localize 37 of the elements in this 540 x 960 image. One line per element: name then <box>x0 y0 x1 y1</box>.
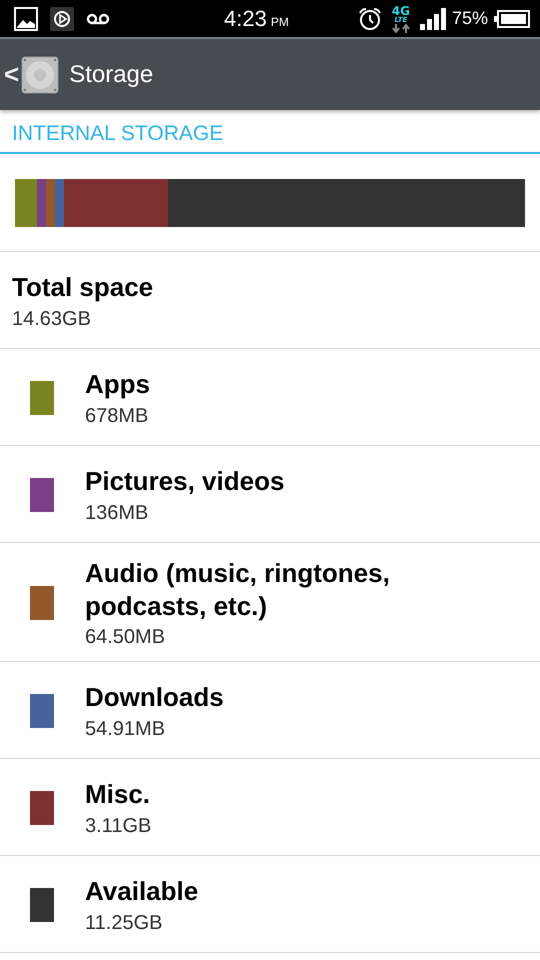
item-size: 136MB <box>85 502 150 525</box>
hard-drive-icon <box>21 56 60 94</box>
item-size: 678MB <box>85 404 150 428</box>
storage-category-item[interactable]: Downloads 54.91MB <box>0 662 540 759</box>
alarm-clock-icon <box>358 6 382 30</box>
item-title: Available <box>85 875 198 908</box>
item-title: Misc. <box>85 778 152 811</box>
network-type: 4G <box>392 4 410 16</box>
item-size: 14.63GB <box>12 308 92 331</box>
storage-category-item[interactable]: Audio (music, ringtones, podcasts, etc.) 64.50MB <box>0 543 540 662</box>
storage-category-item[interactable]: Apps 678MB <box>0 349 540 446</box>
total-space-item[interactable]: Total space 14.63GB <box>0 252 540 349</box>
item-size: 54.91MB <box>85 718 166 741</box>
up-button[interactable]: < <box>4 56 60 94</box>
item-title: Total space <box>12 271 154 304</box>
item-title: Apps <box>85 368 150 401</box>
clock-time: 4:23 <box>224 6 267 32</box>
item-title: Downloads <box>85 681 224 714</box>
item-size: 11.25GB <box>85 912 164 935</box>
section-header: INTERNAL STORAGE <box>0 110 540 154</box>
item-size: 64.50MB <box>85 626 166 649</box>
signal-icon <box>420 8 446 30</box>
storage-category-item[interactable]: Misc. 3.11GB <box>0 759 540 856</box>
item-title: Audio (music, ringtones, podcasts, etc.) <box>85 557 391 622</box>
screen-title: Storage <box>69 60 154 88</box>
battery-percent: 75% <box>452 8 488 29</box>
battery-icon <box>494 10 530 28</box>
clock-ampm: PM <box>270 14 289 28</box>
usage-segment <box>46 179 55 227</box>
data-arrows-icon <box>392 24 410 32</box>
storage-category-item[interactable]: Pictures, videos 136MB <box>0 446 540 543</box>
storage-category-item[interactable]: Available 11.25GB <box>0 856 540 953</box>
image-icon <box>14 6 38 30</box>
item-title: Pictures, videos <box>85 465 284 498</box>
play-icon <box>50 6 74 30</box>
voicemail-icon <box>86 12 110 24</box>
item-size: 3.11GB <box>85 814 152 838</box>
